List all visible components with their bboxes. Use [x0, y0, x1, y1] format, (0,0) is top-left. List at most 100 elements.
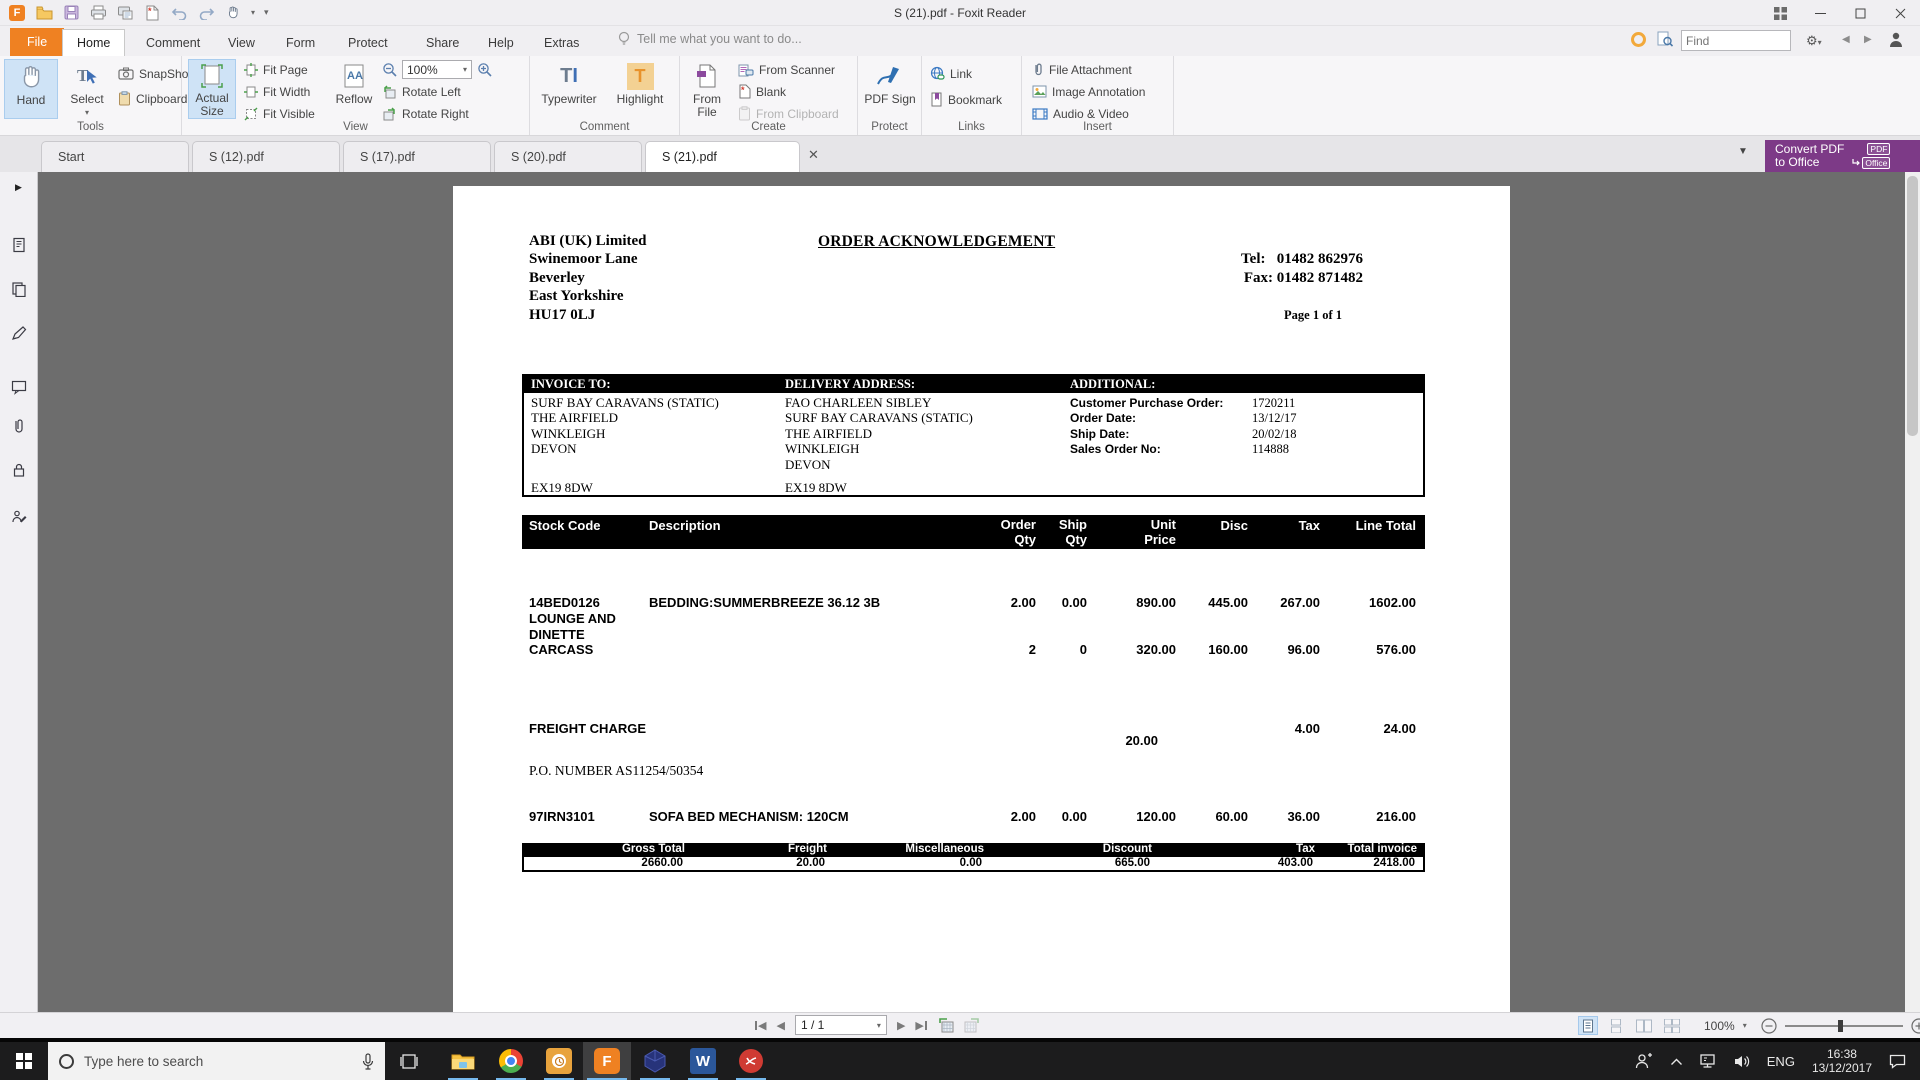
zoom-out-icon[interactable]: [382, 62, 397, 77]
fit-width-button[interactable]: Fit Width: [244, 82, 315, 101]
volume-icon[interactable]: [1725, 1042, 1759, 1080]
settings-gear-icon[interactable]: ⚙▾: [1806, 33, 1822, 49]
tab-share[interactable]: Share: [412, 29, 473, 56]
scrollbar-thumb[interactable]: [1907, 176, 1918, 436]
save-icon[interactable]: [62, 4, 80, 22]
tab-comment[interactable]: Comment: [132, 29, 214, 56]
zoom-slider[interactable]: [1785, 1025, 1903, 1027]
find-box[interactable]: [1681, 30, 1791, 51]
expand-panel-icon[interactable]: ▶: [15, 182, 22, 193]
previous-page-icon[interactable]: ◀: [776, 1015, 784, 1035]
language-indicator[interactable]: ENG: [1759, 1042, 1803, 1080]
doc-tab-s12[interactable]: S (12).pdf: [192, 141, 340, 172]
find-next-icon[interactable]: ▶: [1864, 34, 1872, 45]
doc-tab-s20[interactable]: S (20).pdf: [494, 141, 642, 172]
from-file-button[interactable]: From File: [684, 59, 730, 119]
zoom-in-status-icon[interactable]: [1911, 1018, 1920, 1034]
hand-tool-quick-icon[interactable]: [224, 4, 242, 22]
close-button[interactable]: [1880, 0, 1920, 26]
tab-list-dropdown-icon[interactable]: ▼: [1738, 146, 1748, 157]
hand-tool-dropdown-icon[interactable]: ▾: [251, 8, 255, 17]
blank-button[interactable]: * Blank: [738, 82, 839, 101]
zoom-in-icon[interactable]: [477, 62, 492, 77]
tab-home[interactable]: Home: [62, 29, 125, 56]
actual-size-button[interactable]: Actual Size: [188, 59, 236, 119]
print-icon[interactable]: [89, 4, 107, 22]
minimize-button[interactable]: [1800, 0, 1840, 26]
convert-pdf-to-office-button[interactable]: Convert PDF to Office PDF Office: [1765, 140, 1920, 172]
doc-tab-start[interactable]: Start: [41, 141, 189, 172]
select-button[interactable]: T Select ▾: [60, 59, 114, 119]
comments-panel-icon[interactable]: [7, 375, 31, 399]
open-file-icon[interactable]: [35, 4, 53, 22]
next-page-icon[interactable]: ▶: [897, 1015, 905, 1035]
first-page-icon[interactable]: ◀: [755, 1015, 766, 1035]
page-number-combo[interactable]: 1 / 1▾: [795, 1015, 887, 1035]
digital-signatures-icon[interactable]: [7, 505, 31, 529]
last-page-icon[interactable]: ▶: [915, 1015, 926, 1035]
reflow-button[interactable]: AA Reflow: [332, 59, 376, 119]
image-annotation-button[interactable]: Image Annotation: [1032, 82, 1145, 101]
pdf-page[interactable]: ABI (UK) Limited Swinemoor Lane Beverley…: [453, 186, 1510, 1012]
outlook-icon[interactable]: [535, 1042, 583, 1080]
tab-extras[interactable]: Extras: [530, 29, 593, 56]
highlight-button[interactable]: T Highlight: [610, 59, 670, 119]
taskbar-search-box[interactable]: Type here to search: [48, 1042, 385, 1080]
single-page-view-icon[interactable]: [1578, 1016, 1598, 1035]
app-cube-icon[interactable]: [631, 1042, 679, 1080]
start-button[interactable]: [0, 1042, 48, 1080]
zoom-level-combo[interactable]: 100%▾: [402, 60, 472, 79]
microphone-icon[interactable]: [362, 1053, 374, 1070]
tell-me-box[interactable]: Tell me what you want to do...: [618, 31, 802, 47]
zoom-slider-handle[interactable]: [1838, 1020, 1843, 1032]
rotate-left-button[interactable]: Rotate Left: [382, 82, 492, 101]
bookmark-button[interactable]: Bookmark: [930, 90, 1002, 109]
annotations-panel-icon[interactable]: [7, 321, 31, 345]
print-current-page-icon[interactable]: [116, 4, 134, 22]
action-center-icon[interactable]: [1881, 1042, 1920, 1080]
close-document-icon[interactable]: ✕: [808, 148, 819, 161]
show-hidden-icons-icon[interactable]: [1662, 1042, 1691, 1080]
attachments-panel-icon[interactable]: [7, 414, 31, 438]
fit-page-button[interactable]: Fit Page: [244, 60, 315, 79]
people-icon[interactable]: [1627, 1042, 1662, 1080]
foxit-logo-icon[interactable]: F: [8, 4, 26, 22]
vertical-scrollbar[interactable]: [1905, 172, 1920, 1012]
tab-protect[interactable]: Protect: [334, 29, 402, 56]
assistant-icon[interactable]: [1631, 32, 1646, 47]
tab-form[interactable]: Form: [272, 29, 329, 56]
search-document-icon[interactable]: [1657, 31, 1673, 47]
find-previous-icon[interactable]: ◀: [1842, 34, 1850, 45]
word-icon[interactable]: W: [679, 1042, 727, 1080]
chrome-icon[interactable]: [487, 1042, 535, 1080]
tab-file[interactable]: File: [10, 28, 64, 56]
pdf-sign-button[interactable]: PDF Sign: [863, 59, 917, 119]
file-explorer-icon[interactable]: [439, 1042, 487, 1080]
layout-grid-icon[interactable]: [1760, 0, 1800, 26]
bookmarks-panel-icon[interactable]: [7, 233, 31, 257]
user-account-icon[interactable]: [1888, 31, 1904, 48]
rotate-view-left-icon[interactable]: [937, 1015, 954, 1035]
doc-tab-s21-active[interactable]: S (21).pdf: [645, 141, 800, 172]
new-document-icon[interactable]: *: [143, 4, 161, 22]
typewriter-button[interactable]: TI Typewriter: [536, 59, 602, 119]
zoom-out-status-icon[interactable]: [1761, 1018, 1777, 1034]
from-scanner-button[interactable]: From Scanner: [738, 60, 839, 79]
maximize-button[interactable]: [1840, 0, 1880, 26]
app-red-icon[interactable]: [727, 1042, 775, 1080]
security-panel-icon[interactable]: [7, 458, 31, 482]
undo-icon[interactable]: [170, 4, 188, 22]
tab-view[interactable]: View: [214, 29, 269, 56]
hand-button[interactable]: Hand: [4, 59, 58, 119]
clock[interactable]: 16:38 13/12/2017: [1803, 1042, 1881, 1080]
customize-quick-access-icon[interactable]: ▾: [264, 7, 268, 18]
doc-tab-s17[interactable]: S (17).pdf: [343, 141, 491, 172]
task-view-button[interactable]: [385, 1042, 433, 1080]
link-button[interactable]: Link: [930, 64, 1002, 83]
network-icon[interactable]: [1691, 1042, 1725, 1080]
foxit-reader-icon[interactable]: F: [583, 1042, 631, 1080]
file-attachment-button[interactable]: File Attachment: [1032, 60, 1145, 79]
redo-icon[interactable]: [197, 4, 215, 22]
status-zoom-caret-icon[interactable]: ▾: [1743, 1021, 1747, 1030]
page-thumbnails-icon[interactable]: [7, 277, 31, 301]
